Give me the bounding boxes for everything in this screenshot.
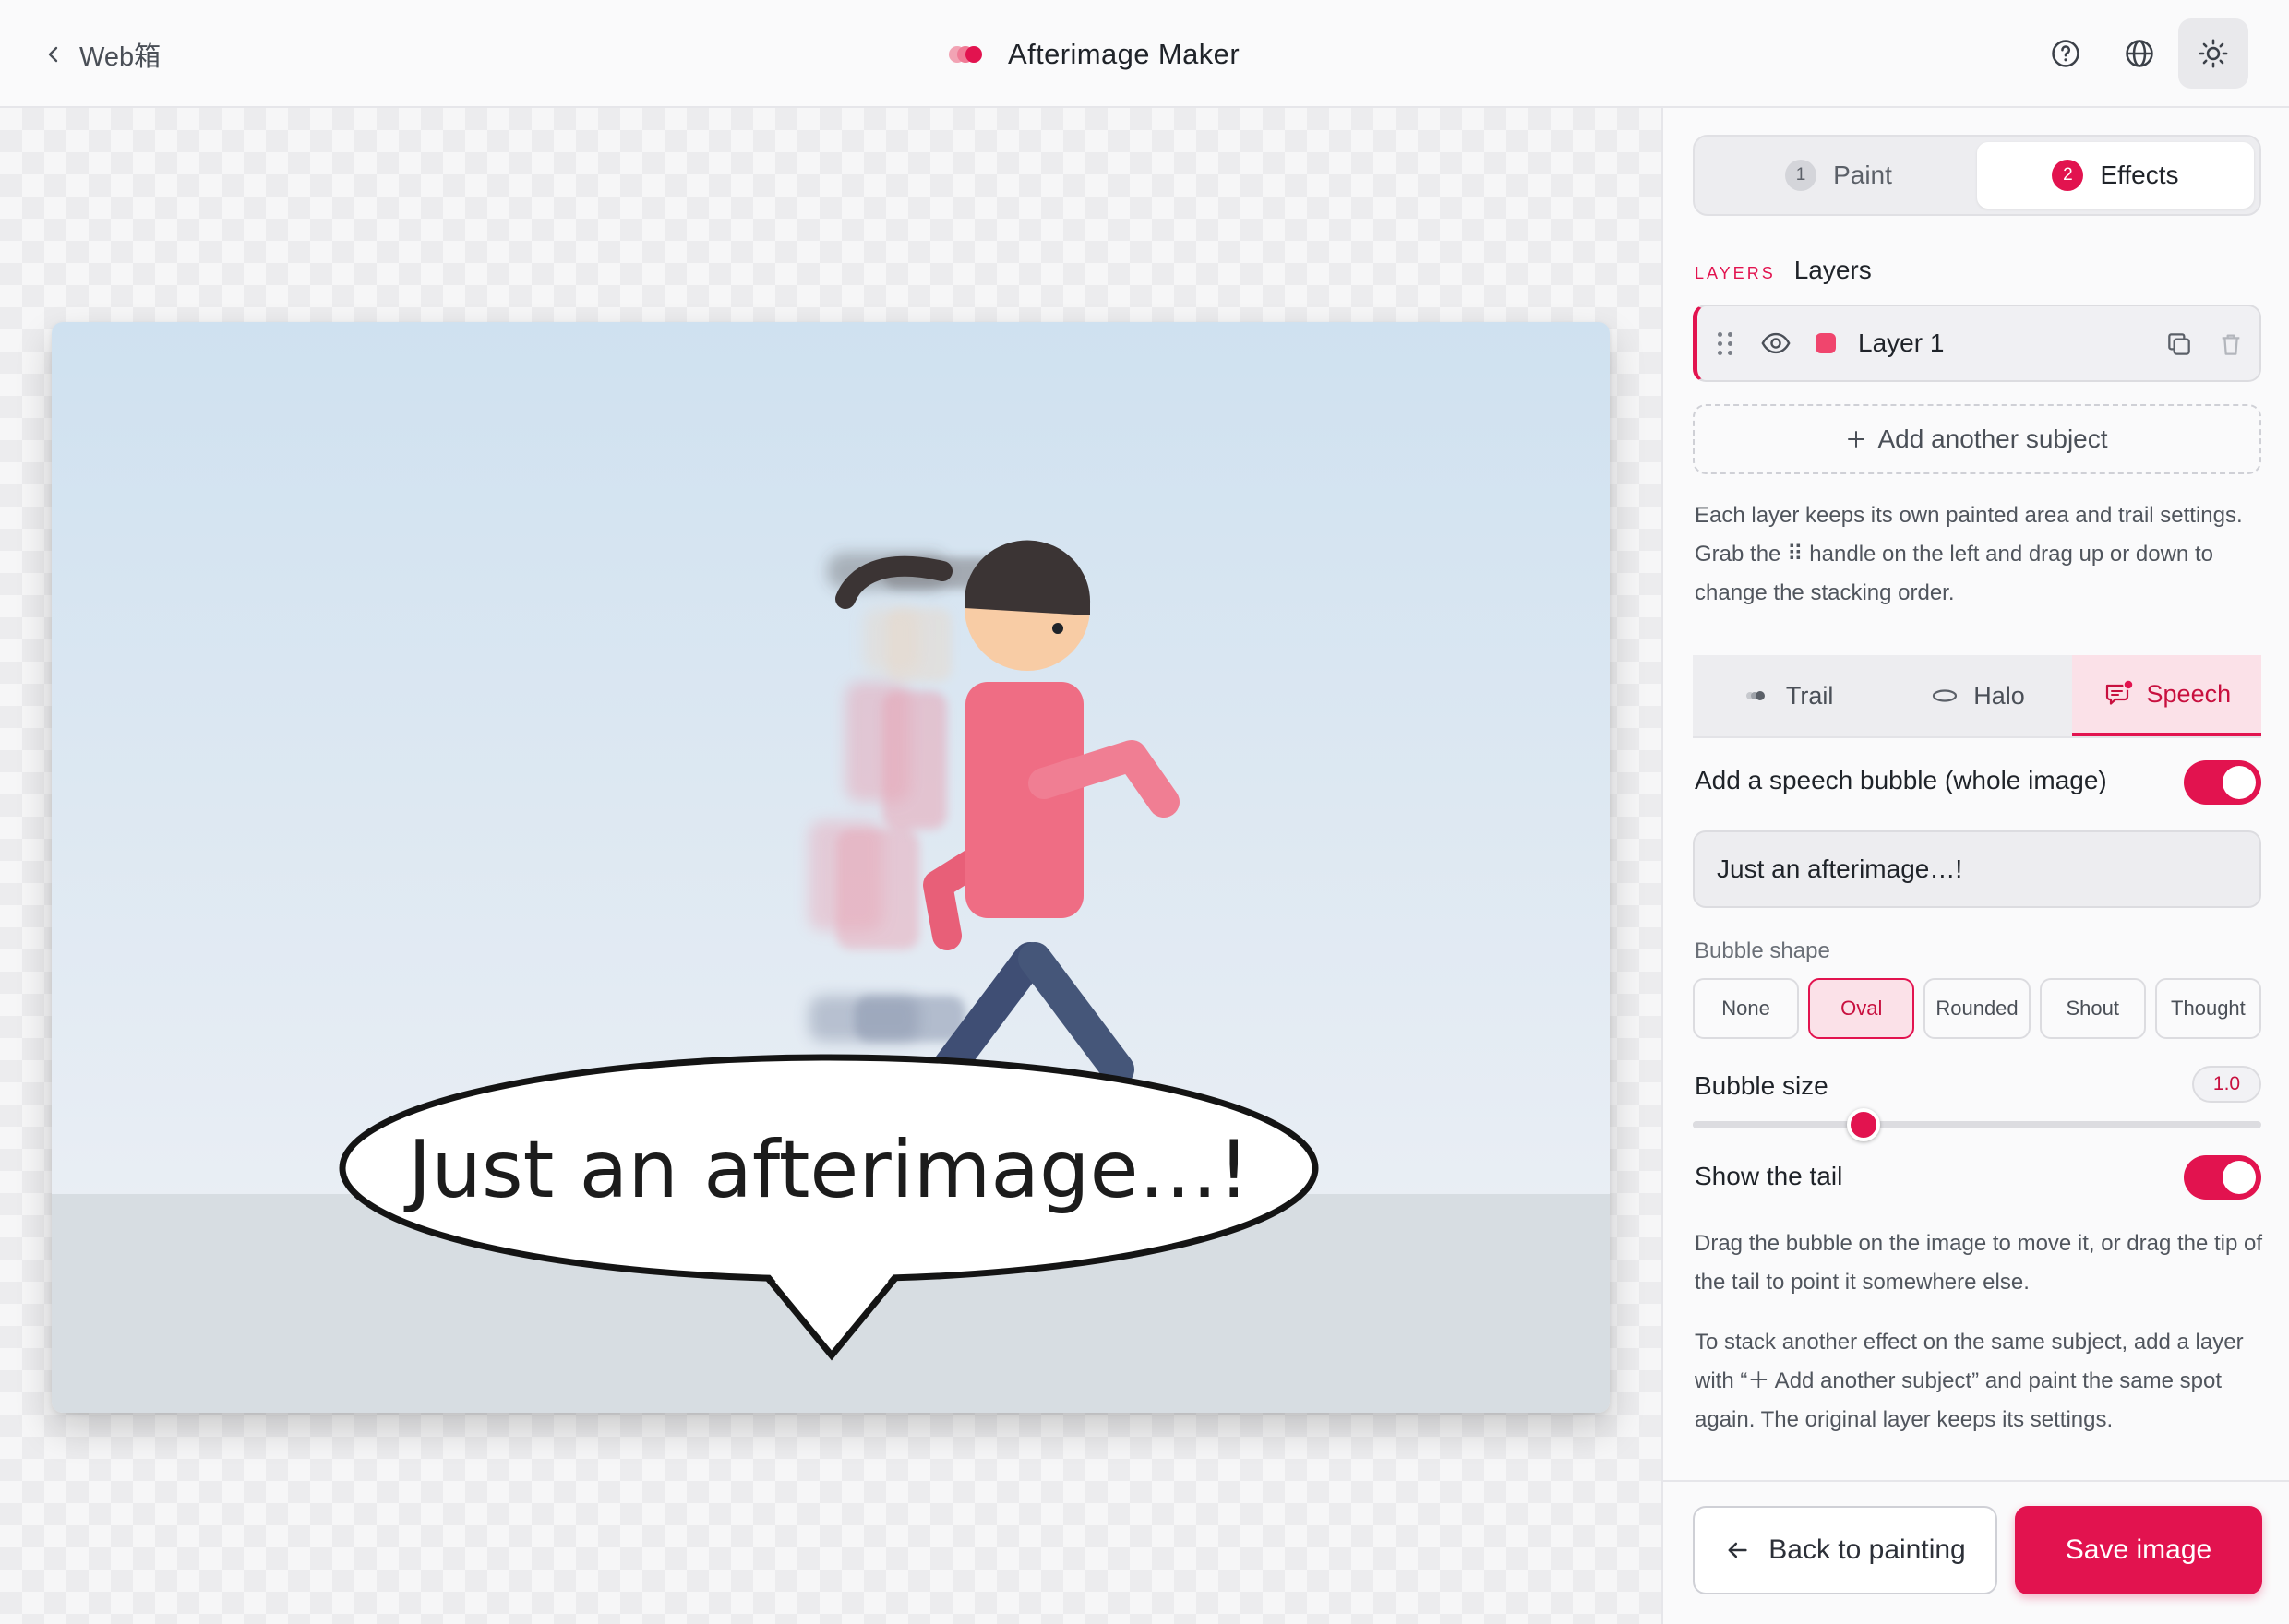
step-number: 1 (1785, 160, 1817, 191)
tab-label: Halo (1973, 681, 2025, 710)
tab-label: Effects (2100, 161, 2179, 189)
language-button[interactable] (2104, 18, 2175, 89)
back-to-painting-button[interactable]: Back to painting (1693, 1506, 1997, 1594)
shape-none-button[interactable]: None (1693, 978, 1800, 1039)
sun-icon (2199, 39, 2228, 68)
globe-icon (2126, 40, 2153, 67)
help-button[interactable] (2031, 18, 2101, 89)
slider-fill (1693, 1121, 1864, 1128)
shape-thought-button[interactable]: Thought (2154, 978, 2262, 1039)
app-title-text: Afterimage Maker (1008, 38, 1240, 70)
speech-bubble-icon (2105, 679, 2134, 705)
step-tabs: 1 Paint 2 Effects (1693, 135, 2261, 216)
shape-rounded-button[interactable]: Rounded (1923, 978, 2031, 1039)
bubble-text-input[interactable] (1693, 830, 2261, 908)
bubble-size-label: Bubble size (1695, 1071, 1828, 1100)
theme-toggle-button[interactable] (2178, 18, 2248, 89)
add-subject-button[interactable]: Add another subject (1693, 404, 2261, 474)
layers-title: Layers (1793, 256, 1872, 284)
layer-row[interactable]: Layer 1 (1693, 304, 2261, 382)
layers-help-text: Each layer keeps its own painted area an… (1695, 503, 2243, 605)
app-logo-icon (949, 45, 984, 64)
bubble-shape-group: None Oval Rounded Shout Thought (1693, 978, 2262, 1039)
canvas-area: Just an afterimage…! (0, 108, 1661, 1624)
tail-toggle-label: Show the tail (1695, 1162, 1843, 1190)
bubble-size-slider[interactable] (1693, 1108, 2261, 1141)
effect-tabs: Trail Halo Speech (1693, 655, 2261, 738)
shape-shout-button[interactable]: Shout (2039, 978, 2146, 1039)
scene-image: Just an afterimage…! (52, 322, 1610, 1413)
tab-label: Paint (1833, 161, 1892, 189)
layer-name: Layer 1 (1858, 328, 1945, 357)
trash-icon[interactable] (2216, 329, 2246, 359)
layer-color-swatch (1816, 333, 1836, 353)
slider-thumb[interactable] (1846, 1108, 1880, 1141)
layers-eyebrow: LAYERS (1695, 264, 1776, 282)
shape-oval-button[interactable]: Oval (1808, 978, 1915, 1039)
tab-speech[interactable]: Speech (2071, 655, 2261, 736)
speech-bubble-toggle[interactable] (2184, 760, 2261, 805)
tab-halo[interactable]: Halo (1882, 655, 2072, 736)
tail-toggle[interactable] (2184, 1155, 2261, 1200)
eye-icon[interactable] (1760, 328, 1792, 359)
bubble-size-value: 1.0 (2192, 1066, 2261, 1103)
tab-effects[interactable]: 2 Effects (1977, 142, 2254, 209)
back-to-painting-label: Back to painting (1768, 1534, 1966, 1565)
effects-panel: 1 Paint 2 Effects LAYERS Layers Layer 1 … (1661, 108, 2289, 1624)
bubble-help-text: Drag the bubble on the image to move it,… (1695, 1231, 2263, 1295)
app-title: Afterimage Maker (949, 28, 1240, 81)
arrow-left-icon (1728, 1542, 1747, 1558)
help-icon (2052, 40, 2079, 67)
app-header: Web箱 Afterimage Maker (0, 0, 2289, 108)
image-preview[interactable]: Just an afterimage…! (52, 322, 1610, 1413)
tab-paint[interactable]: 1 Paint (1700, 142, 1977, 209)
stack-help-text: To stack another effect on the same subj… (1695, 1330, 2244, 1432)
plus-icon (1848, 431, 1865, 448)
halo-icon (1933, 689, 1958, 702)
step-number: 2 (2052, 160, 2084, 191)
chevron-left-icon (48, 46, 58, 63)
layers-header: LAYERS Layers (1695, 256, 1872, 285)
speech-toggle-label: Add a speech bubble (whole image) (1695, 766, 2107, 794)
back-link[interactable]: Web箱 (42, 31, 161, 78)
back-link-label: Web箱 (79, 42, 162, 72)
bubble-shape-label: Bubble shape (1695, 938, 1830, 963)
tab-label: Speech (2146, 679, 2232, 708)
duplicate-icon[interactable] (2164, 329, 2194, 359)
add-subject-label: Add another subject (1877, 424, 2108, 453)
drag-handle-icon[interactable] (1718, 329, 1738, 357)
tab-label: Trail (1785, 681, 1834, 710)
bubble-text: Just an afterimage…! (403, 1124, 1250, 1216)
panel-footer: Back to painting Save image (1663, 1480, 2289, 1624)
trail-icon (1745, 691, 1765, 700)
tab-trail[interactable]: Trail (1693, 655, 1883, 736)
save-image-button[interactable]: Save image (2015, 1506, 2262, 1594)
save-image-label: Save image (2065, 1534, 2212, 1565)
